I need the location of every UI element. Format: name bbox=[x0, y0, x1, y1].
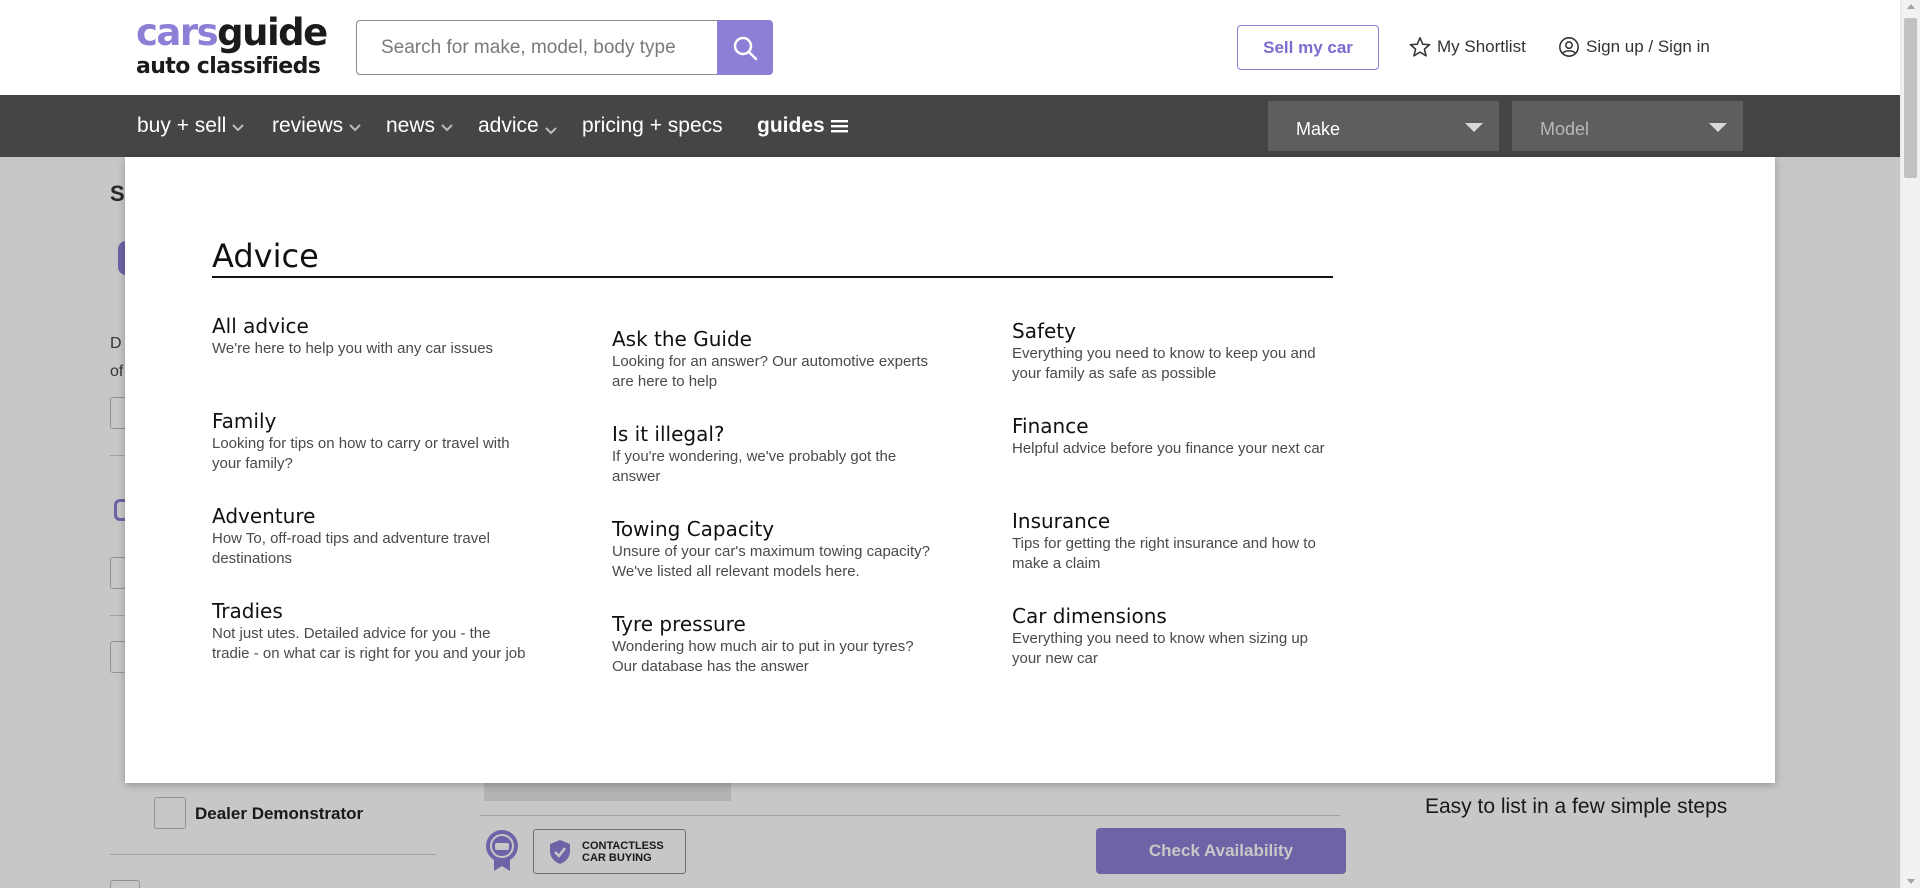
shortlist-label: My Shortlist bbox=[1437, 37, 1526, 56]
menu-item-family[interactable]: Family Looking for tips on how to carry … bbox=[212, 409, 532, 474]
menu-item-car-dimensions[interactable]: Car dimensions Everything you need to kn… bbox=[1012, 604, 1332, 669]
nav-pricing-specs[interactable]: pricing + specs bbox=[582, 95, 723, 157]
menu-item-title: Adventure bbox=[212, 504, 316, 528]
menu-item-is-it-illegal[interactable]: Is it illegal? If you're wondering, we'v… bbox=[612, 422, 932, 487]
star-icon bbox=[1409, 37, 1431, 57]
nav-reviews[interactable]: reviews bbox=[272, 95, 361, 157]
signin-label: Sign up / Sign in bbox=[1586, 37, 1710, 56]
menu-item-desc: Helpful advice before you finance your n… bbox=[1012, 440, 1325, 457]
logo-wordmark: carsguide bbox=[136, 11, 328, 54]
menu-item-desc: Wondering how much air to put in your ty… bbox=[612, 638, 914, 675]
carsguide-logo[interactable]: carsguide auto classifieds bbox=[136, 11, 328, 80]
nav-label: pricing + specs bbox=[582, 114, 723, 137]
nav-label: guides bbox=[757, 114, 825, 137]
menu-item-desc: Looking for tips on how to carry or trav… bbox=[212, 435, 510, 472]
menu-item-tradies[interactable]: Tradies Not just utes. Detailed advice f… bbox=[212, 599, 532, 664]
sign-in-link[interactable]: Sign up / Sign in bbox=[1558, 34, 1710, 60]
menu-item-desc: We're here to help you with any car issu… bbox=[212, 340, 494, 357]
menu-item-desc: If you're wondering, we've probably got … bbox=[612, 448, 897, 485]
menu-item-all-advice[interactable]: All advice We're here to help you with a… bbox=[212, 314, 532, 359]
menu-item-desc: Everything you need to know to keep you … bbox=[1012, 345, 1316, 382]
search-button[interactable] bbox=[717, 20, 773, 75]
menu-item-desc: Unsure of your car's maximum towing capa… bbox=[612, 543, 930, 580]
menu-item-title: Ask the Guide bbox=[612, 327, 752, 351]
nav-label: advice bbox=[478, 114, 539, 137]
menu-item-adventure[interactable]: Adventure How To, off-road tips and adve… bbox=[212, 504, 532, 569]
nav-label: news bbox=[386, 114, 436, 137]
chevron-down-icon bbox=[349, 124, 361, 132]
scrollbar-thumb[interactable] bbox=[1904, 18, 1917, 178]
menu-item-title: Insurance bbox=[1012, 509, 1111, 533]
menu-item-desc: Everything you need to know when sizing … bbox=[1012, 630, 1309, 667]
advice-mega-menu: Advice All advice We're here to help you… bbox=[125, 157, 1775, 783]
menu-item-safety[interactable]: Safety Everything you need to know to ke… bbox=[1012, 319, 1332, 384]
nav-guides[interactable]: guides bbox=[757, 95, 849, 157]
menu-title: Advice bbox=[212, 237, 319, 275]
nav-label: buy + sell bbox=[137, 114, 227, 137]
menu-item-title: All advice bbox=[212, 314, 309, 338]
sell-my-car-button[interactable]: Sell my car bbox=[1237, 25, 1379, 70]
menu-item-title: Tyre pressure bbox=[612, 612, 746, 636]
menu-item-desc: Looking for an answer? Our automotive ex… bbox=[612, 353, 929, 390]
menu-item-title: Is it illegal? bbox=[612, 422, 725, 446]
chevron-down-icon bbox=[441, 124, 453, 132]
user-circle-icon bbox=[1559, 37, 1579, 57]
menu-icon bbox=[830, 120, 848, 133]
scroll-down-arrow-icon[interactable] bbox=[1907, 879, 1915, 884]
search-input[interactable] bbox=[356, 20, 718, 75]
menu-item-towing-capacity[interactable]: Towing Capacity Unsure of your car's max… bbox=[612, 517, 932, 582]
menu-item-title: Towing Capacity bbox=[612, 517, 775, 541]
menu-item-ask-the-guide[interactable]: Ask the Guide Looking for an answer? Our… bbox=[612, 327, 932, 392]
menu-item-title: Car dimensions bbox=[1012, 604, 1167, 628]
menu-item-desc: Not just utes. Detailed advice for you -… bbox=[212, 625, 526, 662]
model-select-label: Model bbox=[1540, 119, 1590, 139]
menu-item-title: Finance bbox=[1012, 414, 1089, 438]
scroll-up-arrow-icon[interactable] bbox=[1907, 4, 1915, 9]
make-select-label: Make bbox=[1296, 119, 1341, 139]
menu-item-title: Family bbox=[212, 409, 277, 433]
page-scrollbar[interactable] bbox=[1900, 0, 1920, 888]
nav-advice[interactable]: advice bbox=[478, 95, 557, 157]
dropdown-arrow-icon bbox=[1709, 123, 1727, 132]
menu-item-insurance[interactable]: Insurance Tips for getting the right ins… bbox=[1012, 509, 1332, 574]
nav-buy-sell[interactable]: buy + sell bbox=[137, 95, 245, 157]
my-shortlist-link[interactable]: My Shortlist bbox=[1409, 34, 1526, 60]
menu-item-desc: Tips for getting the right insurance and… bbox=[1012, 535, 1316, 572]
make-select[interactable]: Make bbox=[1268, 101, 1499, 151]
menu-item-title: Tradies bbox=[212, 599, 283, 623]
menu-title-rule bbox=[212, 276, 1333, 278]
logo-subtitle: auto classifieds bbox=[136, 54, 321, 79]
nav-label: reviews bbox=[272, 114, 344, 137]
dropdown-arrow-icon bbox=[1465, 123, 1483, 132]
search-icon bbox=[733, 36, 758, 60]
menu-item-finance[interactable]: Finance Helpful advice before you financ… bbox=[1012, 414, 1332, 459]
chevron-down-icon bbox=[232, 124, 245, 132]
search-bar bbox=[356, 20, 773, 75]
menu-item-desc: How To, off-road tips and adventure trav… bbox=[212, 530, 490, 567]
site-header: carsguide auto classifieds Sell my car M… bbox=[0, 0, 1900, 95]
nav-news[interactable]: news bbox=[386, 95, 453, 157]
chevron-down-icon bbox=[544, 127, 557, 135]
model-select[interactable]: Model bbox=[1512, 101, 1743, 151]
menu-item-title: Safety bbox=[1012, 319, 1076, 343]
menu-item-tyre-pressure[interactable]: Tyre pressure Wondering how much air to … bbox=[612, 612, 932, 677]
